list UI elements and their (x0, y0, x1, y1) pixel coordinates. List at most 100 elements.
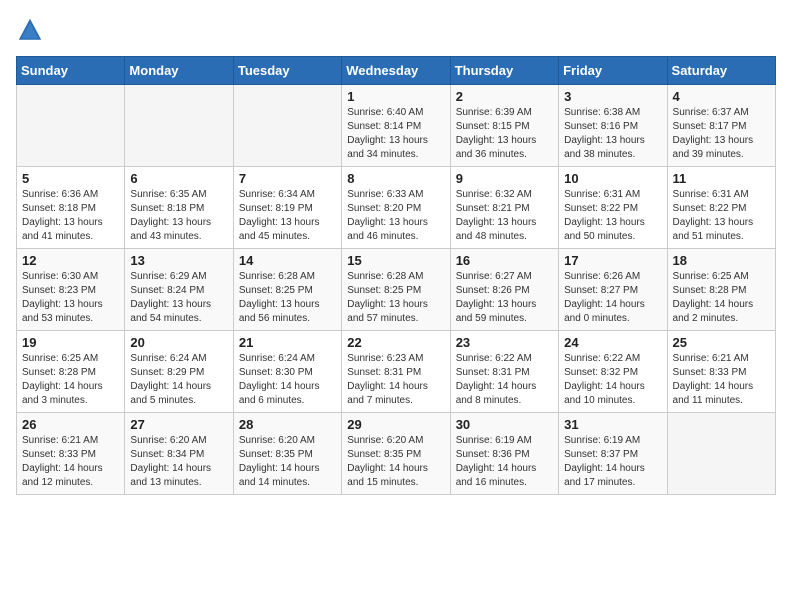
day-number: 1 (347, 89, 444, 104)
calendar-day-cell: 2 Sunrise: 6:39 AM Sunset: 8:15 PM Daylig… (450, 85, 558, 167)
calendar-day-cell: 14Sunrise: 6:28 AM Sunset: 8:25 PM Dayli… (233, 249, 341, 331)
day-number: 31 (564, 417, 661, 432)
calendar-day-cell: 9Sunrise: 6:32 AM Sunset: 8:21 PM Daylig… (450, 167, 558, 249)
day-info: Sunrise: 6:25 AM Sunset: 8:28 PM Dayligh… (673, 270, 770, 326)
day-number: 21 (239, 335, 336, 350)
day-number: 20 (130, 335, 227, 350)
day-info: Sunrise: 6:26 AM Sunset: 8:27 PM Dayligh… (564, 270, 661, 326)
calendar-week-row: 1 Sunrise: 6:40 AM Sunset: 8:14 PM Daylig… (17, 85, 776, 167)
calendar-day-cell: 16Sunrise: 6:27 AM Sunset: 8:26 PM Dayli… (450, 249, 558, 331)
day-number: 8 (347, 171, 444, 186)
calendar-day-cell: 5 Sunrise: 6:36 AM Sunset: 8:18 PM Daylig… (17, 167, 125, 249)
calendar-week-row: 19 Sunrise: 6:25 AM Sunset: 8:28 PM Dayli… (17, 331, 776, 413)
calendar-day-cell: 15 Sunrise: 6:28 AM Sunset: 8:25 PM Dayli… (342, 249, 450, 331)
calendar-day-cell: 30 Sunrise: 6:19 AM Sunset: 8:36 PM Dayli… (450, 413, 558, 495)
day-of-week-header: Saturday (667, 57, 775, 85)
calendar-day-cell: 13 Sunrise: 6:29 AM Sunset: 8:24 PM Dayli… (125, 249, 233, 331)
calendar-day-cell: 8 Sunrise: 6:33 AM Sunset: 8:20 PM Daylig… (342, 167, 450, 249)
day-number: 17 (564, 253, 661, 268)
day-number: 2 (456, 89, 553, 104)
calendar-day-cell: 24Sunrise: 6:22 AM Sunset: 8:32 PM Dayli… (559, 331, 667, 413)
day-info: Sunrise: 6:35 AM Sunset: 8:18 PM Dayligh… (130, 188, 227, 244)
day-info: Sunrise: 6:36 AM Sunset: 8:18 PM Dayligh… (22, 188, 119, 244)
day-info: Sunrise: 6:24 AM Sunset: 8:30 PM Dayligh… (239, 352, 336, 408)
logo (16, 16, 48, 44)
day-number: 30 (456, 417, 553, 432)
day-info: Sunrise: 6:23 AM Sunset: 8:31 PM Dayligh… (347, 352, 444, 408)
day-number: 19 (22, 335, 119, 350)
day-info: Sunrise: 6:33 AM Sunset: 8:20 PM Dayligh… (347, 188, 444, 244)
day-of-week-header: Monday (125, 57, 233, 85)
calendar-day-cell (17, 85, 125, 167)
day-info: Sunrise: 6:20 AM Sunset: 8:35 PM Dayligh… (239, 434, 336, 490)
calendar-day-cell: 26 Sunrise: 6:21 AM Sunset: 8:33 PM Dayli… (17, 413, 125, 495)
day-number: 3 (564, 89, 661, 104)
logo-icon (16, 16, 44, 44)
day-info: Sunrise: 6:38 AM Sunset: 8:16 PM Dayligh… (564, 106, 661, 162)
day-info: Sunrise: 6:31 AM Sunset: 8:22 PM Dayligh… (564, 188, 661, 244)
day-info: Sunrise: 6:40 AM Sunset: 8:14 PM Dayligh… (347, 106, 444, 162)
day-of-week-header: Wednesday (342, 57, 450, 85)
calendar-day-cell (125, 85, 233, 167)
day-number: 22 (347, 335, 444, 350)
day-info: Sunrise: 6:24 AM Sunset: 8:29 PM Dayligh… (130, 352, 227, 408)
calendar-day-cell: 29Sunrise: 6:20 AM Sunset: 8:35 PM Dayli… (342, 413, 450, 495)
day-info: Sunrise: 6:19 AM Sunset: 8:37 PM Dayligh… (564, 434, 661, 490)
day-number: 7 (239, 171, 336, 186)
day-number: 23 (456, 335, 553, 350)
day-of-week-header: Tuesday (233, 57, 341, 85)
day-number: 24 (564, 335, 661, 350)
calendar-day-cell: 21 Sunrise: 6:24 AM Sunset: 8:30 PM Dayli… (233, 331, 341, 413)
day-info: Sunrise: 6:29 AM Sunset: 8:24 PM Dayligh… (130, 270, 227, 326)
day-info: Sunrise: 6:21 AM Sunset: 8:33 PM Dayligh… (22, 434, 119, 490)
day-info: Sunrise: 6:25 AM Sunset: 8:28 PM Dayligh… (22, 352, 119, 408)
calendar-day-cell: 11Sunrise: 6:31 AM Sunset: 8:22 PM Dayli… (667, 167, 775, 249)
day-number: 13 (130, 253, 227, 268)
day-info: Sunrise: 6:28 AM Sunset: 8:25 PM Dayligh… (347, 270, 444, 326)
day-info: Sunrise: 6:22 AM Sunset: 8:31 PM Dayligh… (456, 352, 553, 408)
calendar-day-cell: 31 Sunrise: 6:19 AM Sunset: 8:37 PM Dayli… (559, 413, 667, 495)
calendar-day-cell: 6 Sunrise: 6:35 AM Sunset: 8:18 PM Daylig… (125, 167, 233, 249)
day-number: 27 (130, 417, 227, 432)
calendar-day-cell: 20 Sunrise: 6:24 AM Sunset: 8:29 PM Dayli… (125, 331, 233, 413)
day-number: 10 (564, 171, 661, 186)
calendar-day-cell: 4 Sunrise: 6:37 AM Sunset: 8:17 PM Daylig… (667, 85, 775, 167)
calendar-day-cell: 25 Sunrise: 6:21 AM Sunset: 8:33 PM Dayli… (667, 331, 775, 413)
calendar-day-cell: 3 Sunrise: 6:38 AM Sunset: 8:16 PM Daylig… (559, 85, 667, 167)
day-info: Sunrise: 6:30 AM Sunset: 8:23 PM Dayligh… (22, 270, 119, 326)
day-of-week-header: Friday (559, 57, 667, 85)
day-info: Sunrise: 6:20 AM Sunset: 8:34 PM Dayligh… (130, 434, 227, 490)
calendar-day-cell: 10 Sunrise: 6:31 AM Sunset: 8:22 PM Dayli… (559, 167, 667, 249)
day-of-week-header: Sunday (17, 57, 125, 85)
day-info: Sunrise: 6:39 AM Sunset: 8:15 PM Dayligh… (456, 106, 553, 162)
day-info: Sunrise: 6:31 AM Sunset: 8:22 PM Dayligh… (673, 188, 770, 244)
calendar-week-row: 26 Sunrise: 6:21 AM Sunset: 8:33 PM Dayli… (17, 413, 776, 495)
day-number: 25 (673, 335, 770, 350)
day-info: Sunrise: 6:28 AM Sunset: 8:25 PM Dayligh… (239, 270, 336, 326)
calendar-day-cell: 27 Sunrise: 6:20 AM Sunset: 8:34 PM Dayli… (125, 413, 233, 495)
day-number: 4 (673, 89, 770, 104)
day-number: 6 (130, 171, 227, 186)
day-number: 28 (239, 417, 336, 432)
calendar-week-row: 5 Sunrise: 6:36 AM Sunset: 8:18 PM Daylig… (17, 167, 776, 249)
day-info: Sunrise: 6:21 AM Sunset: 8:33 PM Dayligh… (673, 352, 770, 408)
day-number: 15 (347, 253, 444, 268)
calendar-day-cell (233, 85, 341, 167)
calendar-day-cell: 12Sunrise: 6:30 AM Sunset: 8:23 PM Dayli… (17, 249, 125, 331)
day-number: 5 (22, 171, 119, 186)
day-number: 16 (456, 253, 553, 268)
calendar-day-cell: 23 Sunrise: 6:22 AM Sunset: 8:31 PM Dayli… (450, 331, 558, 413)
day-number: 9 (456, 171, 553, 186)
calendar-day-cell: 17 Sunrise: 6:26 AM Sunset: 8:27 PM Dayli… (559, 249, 667, 331)
calendar-day-cell: 7Sunrise: 6:34 AM Sunset: 8:19 PM Daylig… (233, 167, 341, 249)
calendar-day-cell: 19 Sunrise: 6:25 AM Sunset: 8:28 PM Dayli… (17, 331, 125, 413)
day-of-week-header: Thursday (450, 57, 558, 85)
page-header (16, 16, 776, 44)
day-number: 18 (673, 253, 770, 268)
day-info: Sunrise: 6:37 AM Sunset: 8:17 PM Dayligh… (673, 106, 770, 162)
day-info: Sunrise: 6:19 AM Sunset: 8:36 PM Dayligh… (456, 434, 553, 490)
calendar-day-cell: 28 Sunrise: 6:20 AM Sunset: 8:35 PM Dayli… (233, 413, 341, 495)
calendar-table: SundayMondayTuesdayWednesdayThursdayFrid… (16, 56, 776, 495)
day-number: 26 (22, 417, 119, 432)
calendar-day-cell: 18 Sunrise: 6:25 AM Sunset: 8:28 PM Dayli… (667, 249, 775, 331)
